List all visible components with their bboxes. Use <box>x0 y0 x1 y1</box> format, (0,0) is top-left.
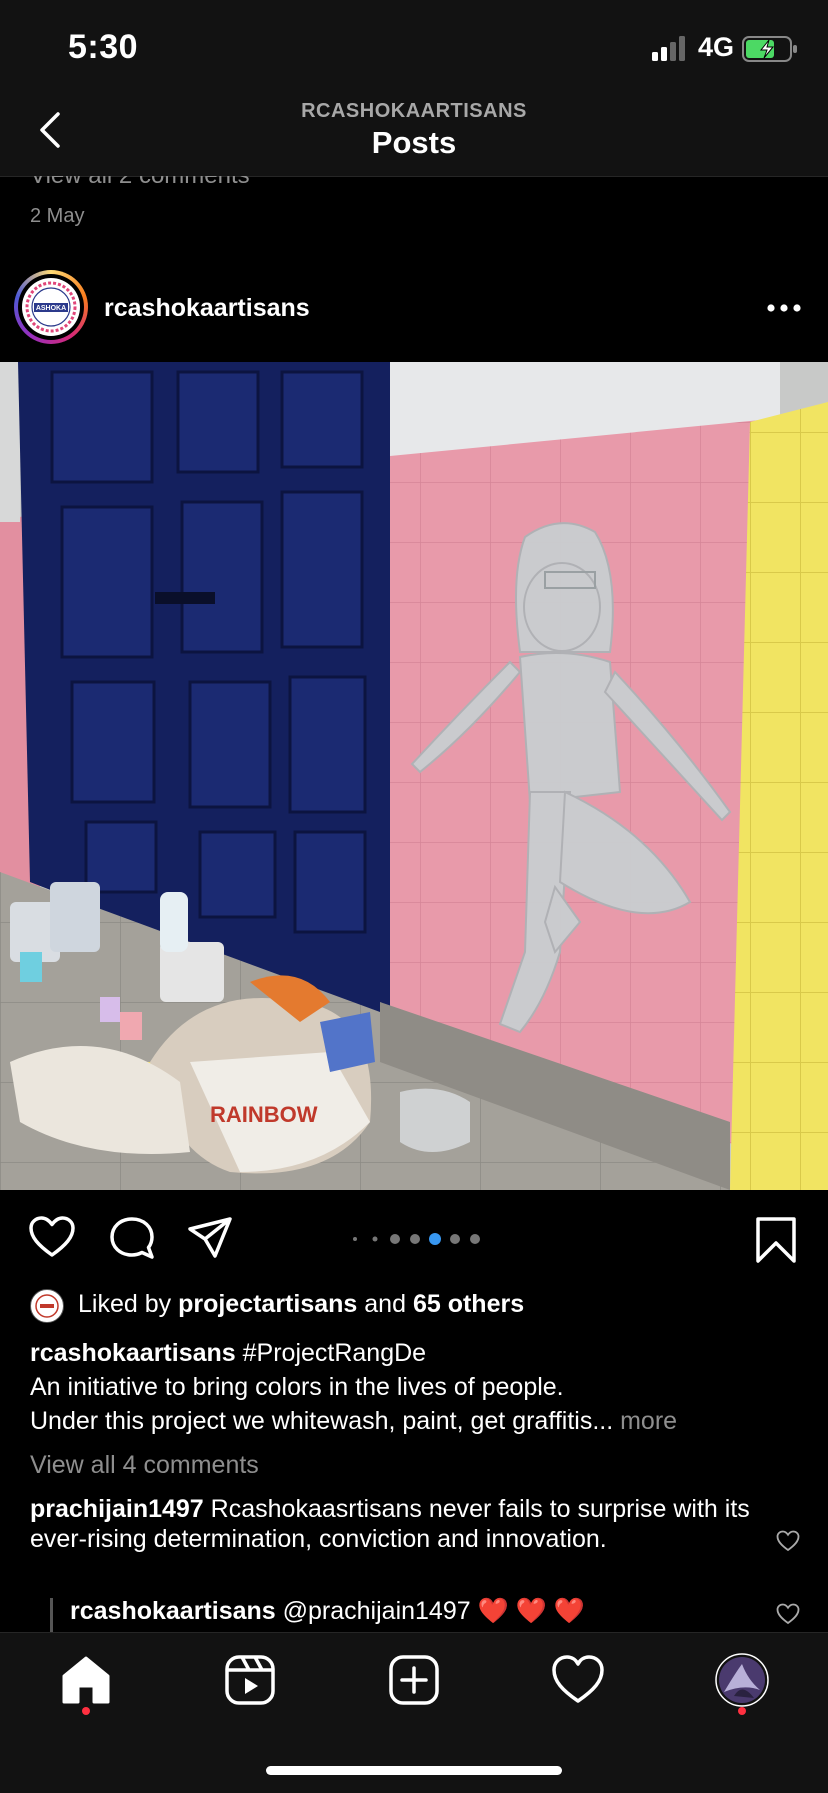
svg-text:RAINBOW: RAINBOW <box>210 1102 318 1127</box>
likes-prefix: Liked by <box>78 1290 172 1318</box>
avatar[interactable]: ASHOKA <box>22 278 80 336</box>
home-indicator <box>266 1766 562 1775</box>
likes-and: and <box>364 1290 406 1318</box>
page-title: Posts <box>371 125 457 160</box>
chevron-left-icon[interactable] <box>34 108 68 152</box>
activity-heart-icon[interactable] <box>550 1652 606 1708</box>
paper-plane-icon[interactable] <box>186 1215 234 1261</box>
profile-avatar-icon[interactable] <box>714 1652 770 1708</box>
header-account-name: RCASHOKAARTISANS <box>301 100 527 122</box>
comment-bubble-icon[interactable] <box>108 1215 156 1261</box>
carousel-dot <box>372 1236 378 1242</box>
reply-comment: rcashokaartisans @prachijain1497 ❤️ ❤️ ❤… <box>70 1597 585 1626</box>
post-image[interactable]: RAINBOW <box>0 362 828 1190</box>
bookmark-icon[interactable] <box>754 1215 798 1265</box>
carousel-dot <box>429 1233 441 1245</box>
caption-username[interactable]: rcashokaartisans <box>30 1339 236 1367</box>
comment: prachijain1497 Rcashokaasrtisans never f… <box>30 1494 750 1554</box>
home-icon[interactable] <box>58 1652 114 1708</box>
carousel-indicator <box>353 1233 480 1245</box>
view-all-comments-link[interactable]: View all 4 comments <box>30 1451 259 1480</box>
signal-icon <box>652 36 685 61</box>
liker-logo-icon <box>35 1294 59 1318</box>
carousel-dot <box>450 1234 460 1244</box>
logo-text: ASHOKA <box>36 305 66 312</box>
carousel-dot <box>353 1237 357 1241</box>
liker-username[interactable]: projectartisans <box>178 1290 357 1318</box>
likes-others[interactable]: 65 others <box>413 1290 524 1318</box>
profile-notification-dot <box>738 1707 746 1715</box>
caption-hashtag[interactable]: #ProjectRangDe <box>243 1339 426 1367</box>
comment-like-heart-icon[interactable] <box>776 1530 800 1552</box>
heart-icon[interactable] <box>28 1215 76 1259</box>
create-post-icon[interactable] <box>386 1652 442 1708</box>
liker-avatar[interactable] <box>30 1289 64 1323</box>
status-time: 5:30 <box>68 28 139 66</box>
caption-more-link[interactable]: more <box>620 1407 677 1435</box>
previous-post-date: 2 May <box>30 205 85 227</box>
reply-username[interactable]: rcashokaartisans <box>70 1597 276 1625</box>
carousel-dot <box>410 1234 420 1244</box>
comment-username[interactable]: prachijain1497 <box>30 1495 204 1523</box>
reply-like-heart-icon[interactable] <box>776 1603 800 1625</box>
post-username[interactable]: rcashokaartisans <box>104 294 310 323</box>
likes-summary[interactable]: Liked by projectartisans and 65 others <box>78 1290 524 1319</box>
reels-icon[interactable] <box>222 1652 278 1708</box>
caption-line-1: An initiative to bring colors in the liv… <box>30 1373 564 1401</box>
caption-line-2: Under this project we whitewash, paint, … <box>30 1407 614 1435</box>
carousel-dot <box>390 1234 400 1244</box>
reply-text: @prachijain1497 ❤️ ❤️ ❤️ <box>282 1597 585 1625</box>
club-logo-icon: ASHOKA <box>24 280 78 334</box>
more-horizontal-icon[interactable] <box>766 300 802 316</box>
network-label: 4G <box>698 32 735 62</box>
mural-photo: RAINBOW <box>0 362 828 1190</box>
carousel-dot <box>470 1234 480 1244</box>
battery-charging-icon <box>742 36 797 62</box>
home-notification-dot <box>82 1707 90 1715</box>
reply-thread-line <box>50 1598 53 1632</box>
post-caption: rcashokaartisans #ProjectRangDe An initi… <box>30 1336 800 1438</box>
